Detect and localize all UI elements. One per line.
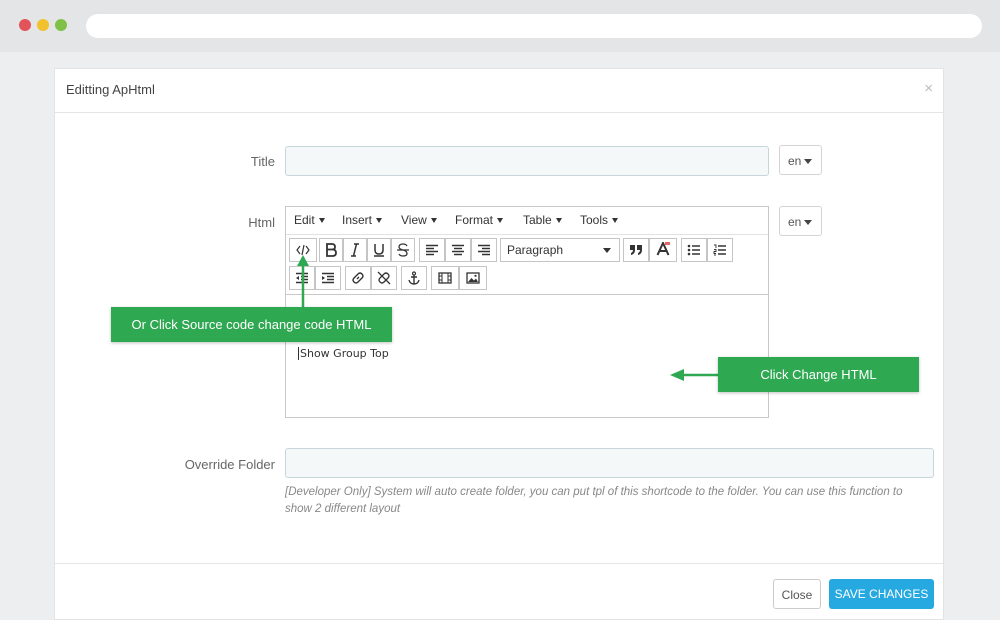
title-label: Title — [250, 154, 275, 169]
outdent-button[interactable] — [289, 266, 315, 290]
indent-icon — [322, 272, 334, 284]
numbered-list-icon — [713, 244, 726, 256]
quote-icon — [630, 245, 642, 255]
chevron-down-icon — [318, 218, 325, 224]
bold-icon — [326, 243, 337, 257]
link-icon — [352, 272, 364, 284]
menu-edit[interactable]: Edit — [294, 213, 325, 227]
remove-link-button[interactable] — [371, 266, 397, 290]
film-icon — [438, 272, 452, 284]
numbered-list-button[interactable] — [707, 238, 733, 262]
align-left-icon — [426, 244, 438, 256]
bullet-list-icon — [687, 244, 700, 256]
chevron-down-icon — [555, 218, 562, 224]
window-maximize-dot[interactable] — [55, 19, 67, 31]
chevron-down-icon — [376, 218, 383, 224]
outdent-icon — [296, 272, 308, 284]
block-format-select[interactable]: Paragraph — [500, 238, 620, 262]
blockquote-button[interactable] — [623, 238, 649, 262]
chevron-down-icon — [603, 248, 611, 253]
anchor-icon — [408, 271, 420, 285]
insert-video-button[interactable] — [431, 266, 459, 290]
html-language-value: en — [788, 215, 802, 229]
change-html-callout: Click Change HTML — [718, 357, 919, 392]
editor-content-text[interactable]: Show Group Top — [298, 347, 389, 360]
strikethrough-icon — [397, 243, 409, 257]
align-left-button[interactable] — [419, 238, 445, 262]
source-code-callout: Or Click Source code change code HTML — [111, 307, 392, 342]
override-folder-input[interactable] — [285, 448, 934, 478]
override-folder-label: Override Folder — [184, 457, 275, 472]
underline-button[interactable] — [367, 238, 391, 262]
italic-icon — [351, 243, 359, 257]
anchor-button[interactable] — [401, 266, 427, 290]
chevron-down-icon — [612, 218, 619, 224]
chevron-down-icon — [804, 159, 813, 165]
edit-modal: Editting ApHtml × Title en Html en Edit … — [54, 68, 944, 620]
image-icon — [466, 272, 480, 284]
html-label: Html — [248, 215, 275, 230]
menu-format-label: Format — [455, 213, 494, 227]
chevron-down-icon — [497, 218, 504, 224]
menu-view-label: View — [401, 213, 427, 227]
chevron-down-icon — [430, 218, 437, 224]
menu-format[interactable]: Format — [455, 213, 504, 227]
align-center-button[interactable] — [445, 238, 471, 262]
unlink-icon — [377, 271, 391, 285]
editor-menubar: Edit Insert View Format Table Tools — [286, 207, 768, 235]
underline-icon — [374, 244, 384, 257]
address-bar[interactable] — [86, 14, 982, 38]
menu-tools[interactable]: Tools — [580, 213, 619, 227]
align-right-icon — [478, 244, 490, 256]
insert-link-button[interactable] — [345, 266, 371, 290]
editor-toolbar: Paragraph — [286, 235, 768, 295]
window-minimize-dot[interactable] — [37, 19, 49, 31]
block-format-value: Paragraph — [507, 243, 564, 257]
source-code-button[interactable] — [289, 238, 317, 262]
chevron-down-icon — [804, 220, 813, 226]
bold-button[interactable] — [319, 238, 343, 262]
modal-title: Editting ApHtml — [66, 82, 155, 97]
window-close-dot[interactable] — [19, 19, 31, 31]
align-right-button[interactable] — [471, 238, 497, 262]
menu-view[interactable]: View — [401, 213, 437, 227]
menu-insert-label: Insert — [342, 213, 373, 227]
menu-edit-label: Edit — [294, 213, 315, 227]
strikethrough-button[interactable] — [391, 238, 415, 262]
modal-header: Editting ApHtml × — [55, 69, 943, 113]
close-icon[interactable]: × — [924, 80, 933, 97]
override-folder-help-text: [Developer Only] System will auto create… — [285, 486, 903, 515]
text-color-button[interactable] — [649, 238, 677, 262]
html-language-dropdown[interactable]: en — [779, 206, 822, 236]
menu-table[interactable]: Table — [523, 213, 562, 227]
italic-button[interactable] — [343, 238, 367, 262]
menu-tools-label: Tools — [580, 213, 609, 227]
menu-table-label: Table — [523, 213, 552, 227]
text-color-icon — [656, 242, 670, 256]
insert-image-button[interactable] — [459, 266, 487, 290]
menu-insert[interactable]: Insert — [342, 213, 383, 227]
title-input[interactable] — [285, 146, 769, 176]
indent-button[interactable] — [315, 266, 341, 290]
align-center-icon — [452, 244, 464, 256]
browser-chrome — [0, 0, 1000, 52]
title-language-dropdown[interactable]: en — [779, 145, 822, 175]
title-language-value: en — [788, 154, 802, 168]
save-changes-button[interactable]: SAVE CHANGES — [829, 579, 934, 609]
bullet-list-button[interactable] — [681, 238, 707, 262]
source-code-icon — [296, 244, 310, 256]
close-button[interactable]: Close — [773, 579, 821, 609]
